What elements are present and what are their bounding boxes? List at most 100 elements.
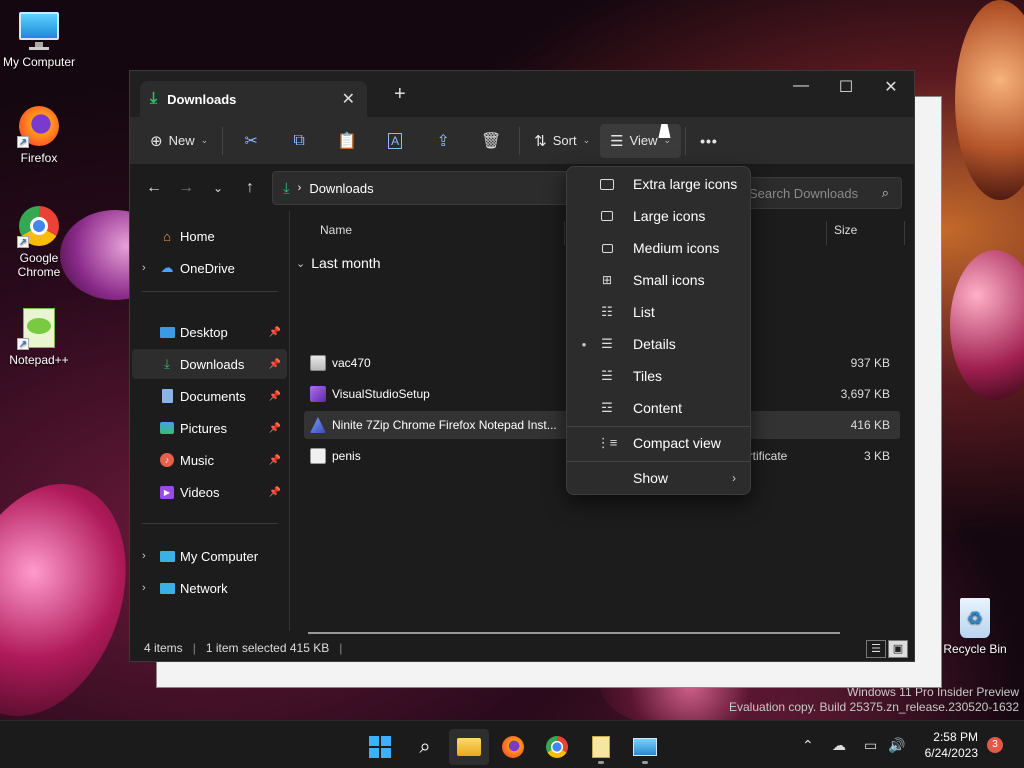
view-toggle: ☰ ▣ bbox=[866, 640, 908, 658]
status-bar: 4 items | 1 item selected 415 KB | bbox=[144, 641, 343, 655]
monitor-icon bbox=[17, 8, 61, 52]
menu-item-show[interactable]: Show › bbox=[571, 463, 748, 493]
column-header-size[interactable]: Size bbox=[834, 223, 857, 237]
chevron-down-icon: ⌄ bbox=[582, 135, 591, 145]
maximize-button[interactable]: ☐ bbox=[823, 77, 869, 97]
toolbar-divider bbox=[519, 126, 521, 155]
column-divider[interactable] bbox=[564, 221, 565, 245]
menu-item-extra-large-icons[interactable]: Extra large icons bbox=[571, 169, 748, 199]
search-icon: ⌕ bbox=[881, 185, 889, 200]
menu-item-medium-icons[interactable]: Medium icons bbox=[571, 233, 748, 263]
cloud-offline-icon[interactable]: ☁ bbox=[832, 737, 846, 754]
search-button[interactable]: ⌕ bbox=[405, 729, 445, 765]
horizontal-scrollbar[interactable] bbox=[308, 632, 840, 634]
chrome-icon bbox=[546, 736, 568, 758]
details-view-icon[interactable]: ☰ bbox=[866, 640, 886, 658]
taskbar-control-panel[interactable] bbox=[625, 729, 665, 765]
taskbar-chrome[interactable] bbox=[537, 729, 577, 765]
sidebar-item-desktop[interactable]: Desktop 📌 bbox=[132, 317, 287, 347]
column-divider[interactable] bbox=[904, 221, 905, 245]
menu-item-compact-view[interactable]: ⋮≡ Compact view bbox=[571, 428, 748, 458]
desktop-icon-my-computer[interactable]: My Computer bbox=[1, 8, 77, 69]
taskbar: ⌕ ⌃ ☁ ▭ 🔊 2:58 PM 6/24/2023 3 bbox=[0, 720, 1024, 768]
chevron-right-icon[interactable]: › bbox=[142, 582, 156, 594]
cut-button[interactable]: ✂ bbox=[227, 124, 275, 158]
wallpaper-shape bbox=[955, 0, 1024, 200]
visual-studio-icon bbox=[310, 386, 326, 402]
close-window-button[interactable]: ✕ bbox=[868, 77, 914, 97]
tab-downloads[interactable]: ⤓ Downloads ✕ bbox=[140, 81, 367, 117]
new-button[interactable]: ⊕ New ⌄ bbox=[140, 124, 218, 158]
ninite-icon bbox=[310, 417, 326, 433]
copy-button[interactable]: ⧉ bbox=[275, 124, 323, 158]
content-icon: ☲ bbox=[601, 400, 613, 415]
sidebar-item-my-computer[interactable]: › My Computer bbox=[132, 541, 287, 571]
desktop-icon-recycle-bin[interactable]: ♻ Recycle Bin bbox=[942, 598, 1008, 656]
menu-item-small-icons[interactable]: ⊞ Small icons bbox=[571, 265, 748, 295]
rename-button[interactable]: A bbox=[371, 124, 419, 158]
volume-icon[interactable]: 🔊 bbox=[888, 737, 905, 754]
more-options-button[interactable]: ••• bbox=[690, 124, 728, 158]
selected-bullet-icon: ● bbox=[581, 339, 587, 349]
menu-item-large-icons[interactable]: Large icons bbox=[571, 201, 748, 231]
search-input[interactable]: Search Downloads ⌕ bbox=[742, 177, 902, 209]
sidebar-item-music[interactable]: ♪ Music 📌 bbox=[132, 445, 287, 475]
notification-badge[interactable]: 3 bbox=[987, 737, 1003, 753]
group-header[interactable]: ⌄ Last month bbox=[296, 255, 380, 271]
cloud-icon: ☁ bbox=[160, 260, 174, 275]
tiles-view-icon[interactable]: ▣ bbox=[888, 640, 908, 658]
up-button[interactable]: ↑ bbox=[234, 179, 266, 197]
small-icons-icon: ⊞ bbox=[601, 273, 613, 287]
scissors-icon: ✂ bbox=[244, 132, 258, 150]
desktop-icon-firefox[interactable]: ↗ Firefox bbox=[1, 104, 77, 165]
start-button[interactable] bbox=[360, 729, 400, 765]
notepadpp-icon: ↗ bbox=[17, 306, 61, 350]
desktop-icon-chrome[interactable]: ↗ Google Chrome bbox=[1, 204, 77, 279]
toolbar-divider bbox=[222, 126, 224, 155]
back-button[interactable]: ← bbox=[138, 179, 170, 197]
monitor-icon bbox=[597, 209, 617, 223]
menu-item-details[interactable]: ● ☰ Details bbox=[571, 329, 748, 359]
menu-item-tiles[interactable]: ☱ Tiles bbox=[571, 361, 748, 391]
taskbar-file-explorer[interactable] bbox=[449, 729, 489, 765]
sort-button[interactable]: ⇅ Sort ⌄ bbox=[524, 124, 600, 158]
add-circle-icon: ⊕ bbox=[150, 132, 163, 150]
sidebar-item-documents[interactable]: Documents 📌 bbox=[132, 381, 287, 411]
arrow-left-icon: ← bbox=[146, 179, 162, 196]
menu-item-content[interactable]: ☲ Content bbox=[571, 393, 748, 423]
show-hidden-icons-button[interactable]: ⌃ bbox=[802, 737, 814, 754]
desktop-icon-notepadpp[interactable]: ↗ Notepad++ bbox=[1, 306, 77, 367]
wallpaper-shape bbox=[950, 250, 1024, 400]
chevron-right-icon[interactable]: › bbox=[142, 550, 156, 562]
sidebar-item-downloads[interactable]: ⤓ Downloads 📌 bbox=[132, 349, 287, 379]
taskbar-firefox[interactable] bbox=[493, 729, 533, 765]
trash-icon: 🗑 bbox=[480, 132, 502, 150]
minimize-button[interactable]: — bbox=[778, 77, 824, 95]
delete-button[interactable]: 🗑 bbox=[467, 124, 515, 158]
recent-locations-button[interactable]: ⌄ bbox=[202, 179, 234, 197]
column-header-name[interactable]: Name bbox=[320, 223, 352, 237]
menu-item-list[interactable]: ☷ List bbox=[571, 297, 748, 327]
monitor-icon bbox=[158, 548, 176, 564]
control-panel-icon bbox=[633, 738, 657, 756]
firefox-icon: ↗ bbox=[17, 104, 61, 148]
system-clock[interactable]: 2:58 PM 6/24/2023 bbox=[925, 729, 978, 761]
sidebar-item-onedrive[interactable]: › ☁ OneDrive bbox=[132, 253, 287, 283]
new-tab-button[interactable]: + bbox=[394, 83, 406, 106]
sidebar-item-videos[interactable]: ▶ Videos 📌 bbox=[132, 477, 287, 507]
sidebar-item-home[interactable]: ⌂ Home bbox=[132, 221, 287, 251]
network-status-icon[interactable]: ▭ bbox=[864, 737, 877, 754]
column-divider[interactable] bbox=[826, 221, 827, 245]
sidebar-item-pictures[interactable]: Pictures 📌 bbox=[132, 413, 287, 443]
paste-button[interactable]: 📋 bbox=[323, 124, 371, 158]
chevron-right-icon[interactable]: › bbox=[142, 262, 156, 274]
sidebar-item-network[interactable]: › Network bbox=[132, 573, 287, 603]
share-button[interactable]: ⇪ bbox=[419, 124, 467, 158]
forward-button[interactable]: → bbox=[170, 179, 202, 197]
chevron-right-icon: › bbox=[732, 471, 736, 485]
os-watermark: Windows 11 Pro Insider Preview Evaluatio… bbox=[729, 685, 1019, 714]
taskbar-notepadpp[interactable] bbox=[581, 729, 621, 765]
close-tab-icon[interactable]: ✕ bbox=[342, 89, 355, 109]
video-icon: ▶ bbox=[158, 484, 176, 500]
breadcrumb[interactable]: Downloads bbox=[309, 181, 373, 196]
